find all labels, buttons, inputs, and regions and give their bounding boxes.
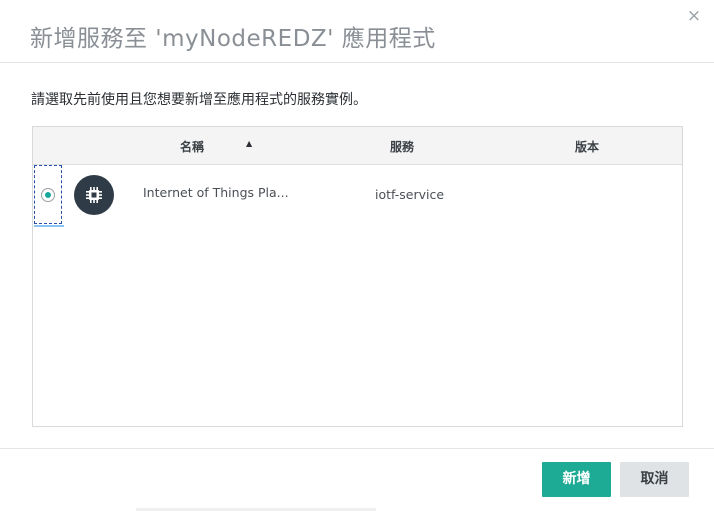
footer-divider <box>0 448 714 449</box>
add-button[interactable]: 新增 <box>542 462 611 497</box>
table-row[interactable]: Internet of Things Pla... iotf-service <box>33 164 682 227</box>
column-header-service[interactable]: 服務 <box>390 138 414 155</box>
cell-service-name: iotf-service <box>375 187 445 202</box>
column-header-version[interactable]: 版本 <box>575 138 599 155</box>
focus-underline <box>34 225 64 227</box>
title-divider <box>0 62 714 63</box>
cell-instance-name: Internet of Things Pla... <box>143 185 289 200</box>
sort-ascending-icon[interactable]: ▲ <box>246 139 252 148</box>
table-header: 名稱 ▲ 服務 版本 <box>33 127 682 165</box>
close-icon[interactable]: × <box>684 6 704 26</box>
column-header-name[interactable]: 名稱 <box>180 138 204 155</box>
radio-button[interactable] <box>41 188 55 202</box>
iot-chip-icon <box>74 175 114 215</box>
instruction-text: 請選取先前使用且您想要新增至應用程式的服務實例。 <box>31 92 367 108</box>
radio-selected-dot <box>45 192 51 198</box>
add-service-dialog: 新增服務至 'myNodeREDZ' 應用程式 × 請選取先前使用且您想要新增至… <box>0 0 714 511</box>
row-select-radio[interactable] <box>34 165 62 224</box>
dialog-title: 新增服務至 'myNodeREDZ' 應用程式 <box>30 26 436 52</box>
service-instances-table: 名稱 ▲ 服務 版本 Internet of Things Pla... iot… <box>32 126 683 427</box>
cancel-button[interactable]: 取消 <box>620 462 689 497</box>
